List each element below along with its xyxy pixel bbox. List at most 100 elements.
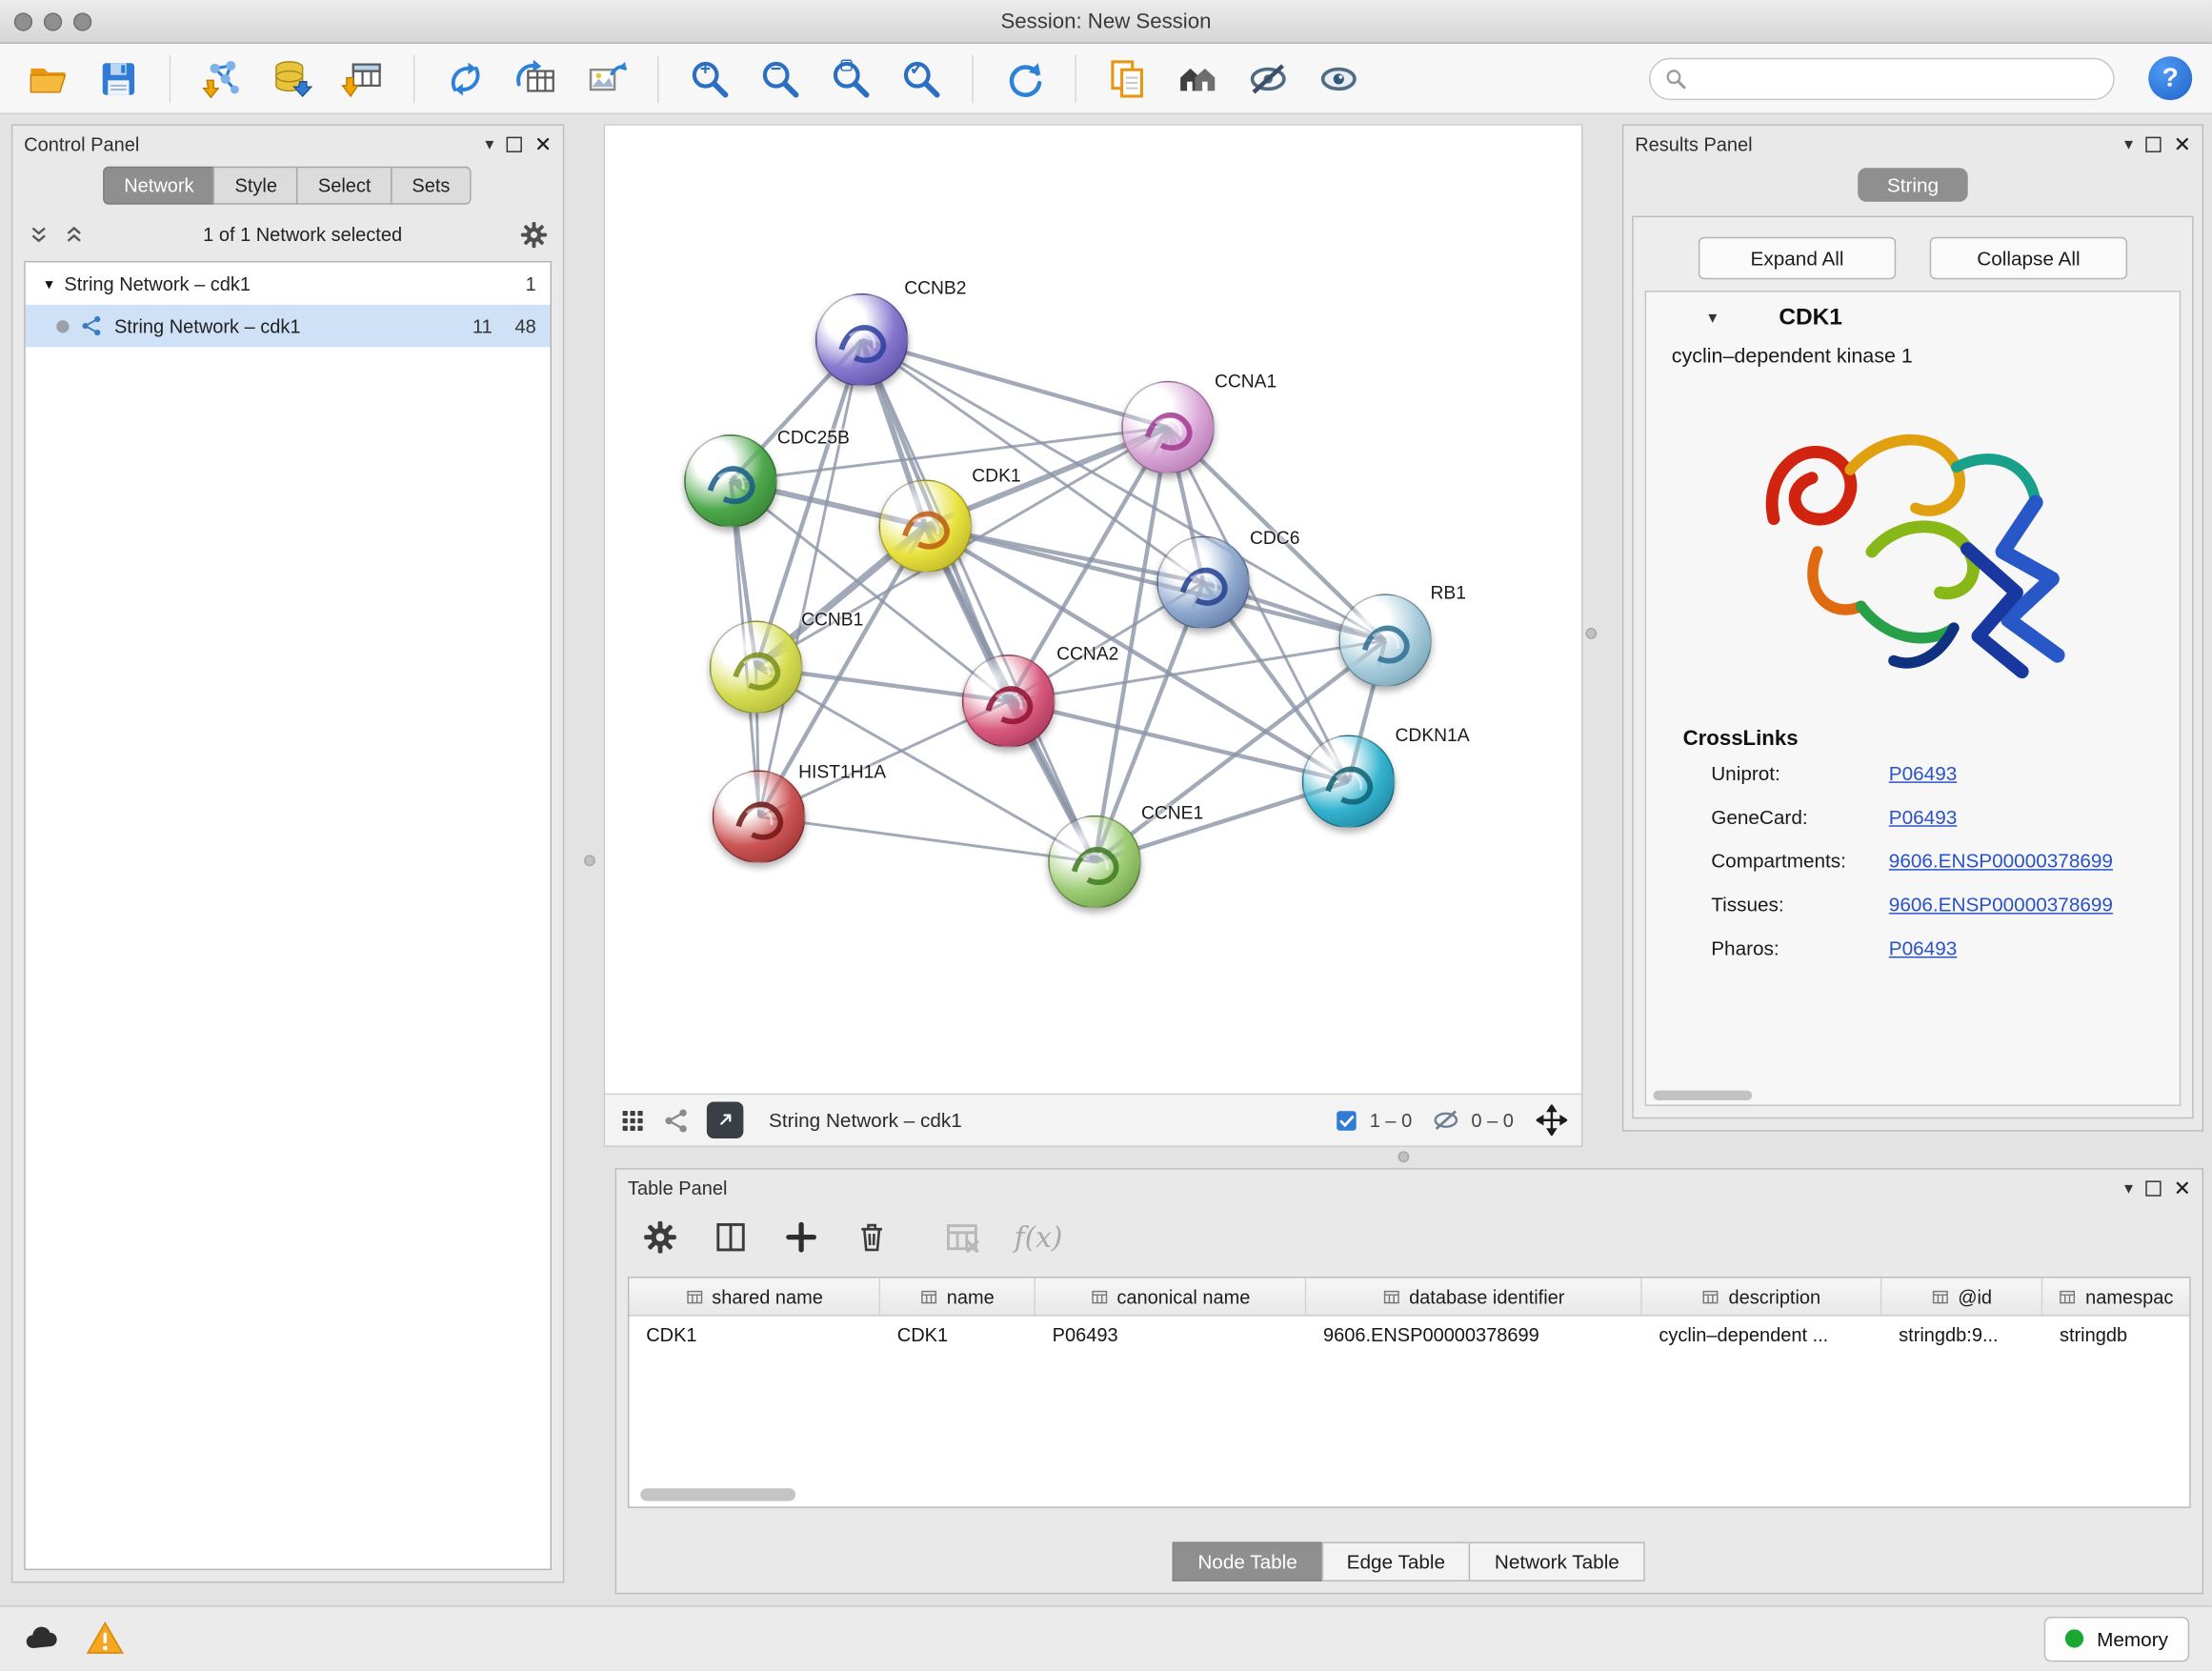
import-network-file-button[interactable] bbox=[193, 50, 250, 107]
network-node-rb1[interactable] bbox=[1338, 594, 1432, 687]
show-all-button[interactable] bbox=[1311, 50, 1367, 107]
results-panel-float-icon[interactable] bbox=[2145, 136, 2161, 151]
close-window-button[interactable] bbox=[14, 12, 32, 30]
network-row-selected[interactable]: String Network – cdk1 11 48 bbox=[26, 305, 551, 347]
network-node-cdc25b[interactable] bbox=[684, 434, 777, 528]
column-header[interactable]: canonical name bbox=[1036, 1278, 1306, 1316]
column-header[interactable]: description bbox=[1642, 1278, 1882, 1316]
hidden-eye-slash-icon[interactable] bbox=[1432, 1106, 1460, 1135]
hide-selected-button[interactable] bbox=[1240, 50, 1297, 107]
delete-column-trash-icon[interactable] bbox=[854, 1218, 891, 1256]
expand-all-button[interactable]: Expand All bbox=[1699, 237, 1896, 279]
network-node-ccnb1[interactable] bbox=[710, 621, 803, 715]
results-horizontal-scrollbar[interactable] bbox=[1653, 1091, 1752, 1100]
table-panel-close-icon[interactable] bbox=[2174, 1179, 2191, 1197]
column-header[interactable]: database identifier bbox=[1306, 1278, 1641, 1316]
table-panel-float-icon[interactable] bbox=[2145, 1180, 2161, 1196]
cell-namespace[interactable]: stringdb bbox=[2042, 1317, 2189, 1355]
selected-checkbox-icon[interactable] bbox=[1335, 1108, 1358, 1132]
tab-style[interactable]: Style bbox=[213, 167, 298, 205]
export-view-button[interactable] bbox=[707, 1102, 744, 1139]
table-horizontal-scrollbar[interactable] bbox=[640, 1488, 795, 1500]
cell-shared-name[interactable]: CDK1 bbox=[629, 1317, 880, 1355]
bottom-splitter-handle[interactable] bbox=[1398, 1151, 1409, 1162]
left-splitter-handle[interactable] bbox=[584, 855, 595, 866]
tab-network-table[interactable]: Network Table bbox=[1469, 1542, 1644, 1581]
crosslink-link[interactable]: 9606.ENSP00000378699 bbox=[1889, 893, 2113, 916]
pan-crosshair-icon[interactable] bbox=[1537, 1104, 1568, 1136]
column-header[interactable]: shared name bbox=[629, 1278, 880, 1316]
export-image-button[interactable] bbox=[578, 50, 634, 107]
home-networks-button[interactable] bbox=[1170, 50, 1226, 107]
zoom-fit-button[interactable]: ▢ bbox=[822, 50, 878, 107]
tab-select[interactable]: Select bbox=[297, 167, 392, 205]
node-label-ccnb1: CCNB1 bbox=[801, 609, 863, 630]
results-tab-string[interactable]: String bbox=[1858, 168, 1968, 202]
collection-expander-icon[interactable]: ▾ bbox=[45, 274, 52, 292]
column-header[interactable]: namespac bbox=[2042, 1278, 2189, 1316]
add-column-icon[interactable] bbox=[783, 1218, 820, 1256]
table-type-tabs: Node Table Edge Table Network Table bbox=[1174, 1542, 1644, 1581]
save-session-button[interactable] bbox=[90, 50, 147, 107]
import-table-button[interactable] bbox=[334, 50, 391, 107]
network-node-ccnb2[interactable] bbox=[815, 293, 909, 387]
minimize-window-button[interactable] bbox=[44, 12, 62, 30]
memory-button[interactable]: Memory bbox=[2044, 1616, 2189, 1661]
network-options-gear-icon[interactable] bbox=[519, 219, 549, 249]
cell-canonical-name[interactable]: P06493 bbox=[1036, 1317, 1306, 1355]
crosslink-link[interactable]: P06493 bbox=[1889, 936, 1957, 959]
network-collection-row[interactable]: ▾ String Network – cdk1 1 bbox=[26, 262, 551, 304]
tab-edge-table[interactable]: Edge Table bbox=[1321, 1542, 1471, 1581]
control-panel-close-icon[interactable] bbox=[534, 135, 552, 152]
network-node-cdc6[interactable] bbox=[1156, 536, 1250, 630]
network-node-ccne1[interactable] bbox=[1048, 815, 1141, 909]
duplicate-document-button[interactable] bbox=[1099, 50, 1156, 107]
collapse-all-button[interactable]: Collapse All bbox=[1930, 237, 2127, 279]
cell-name[interactable]: CDK1 bbox=[880, 1317, 1036, 1355]
cell-database-identifier[interactable]: 9606.ENSP00000378699 bbox=[1306, 1317, 1641, 1355]
show-columns-icon[interactable] bbox=[713, 1218, 750, 1256]
collapse-all-networks-icon[interactable] bbox=[62, 222, 86, 246]
warning-icon[interactable] bbox=[86, 1620, 124, 1658]
cell-id[interactable]: stringdb:9... bbox=[1881, 1317, 2042, 1355]
birds-eye-grid-icon[interactable] bbox=[619, 1107, 646, 1134]
help-button[interactable]: ? bbox=[2148, 56, 2192, 100]
network-node-ccna1[interactable] bbox=[1121, 381, 1215, 474]
table-settings-gear-icon[interactable] bbox=[642, 1218, 679, 1256]
tab-node-table[interactable]: Node Table bbox=[1173, 1542, 1323, 1581]
right-splitter-handle[interactable] bbox=[1585, 628, 1597, 639]
column-header[interactable]: name bbox=[880, 1278, 1036, 1316]
network-node-cdk1[interactable] bbox=[879, 479, 973, 573]
cell-description[interactable]: cyclin–dependent ... bbox=[1642, 1317, 1882, 1355]
refresh-layout-button[interactable] bbox=[995, 50, 1052, 107]
cloud-status-icon[interactable] bbox=[23, 1620, 61, 1658]
network-node-ccna2[interactable] bbox=[962, 654, 1056, 748]
network-canvas[interactable]: CCNB2CCNA1CDC25BCDK1CDC6RB1CCNB1CCNA2CDK… bbox=[605, 126, 1581, 1094]
open-session-button[interactable] bbox=[20, 50, 76, 107]
crosslink-link[interactable]: P06493 bbox=[1889, 805, 1957, 828]
zoom-window-button[interactable] bbox=[73, 12, 91, 30]
column-header[interactable]: @id bbox=[1881, 1278, 2042, 1316]
expand-all-networks-icon[interactable] bbox=[27, 222, 50, 246]
zoom-in-button[interactable]: + bbox=[681, 50, 737, 107]
zoom-out-button[interactable]: − bbox=[752, 50, 808, 107]
table-row[interactable]: CDK1 CDK1 P06493 9606.ENSP00000378699 cy… bbox=[629, 1317, 2189, 1355]
table-panel-collapse-icon[interactable]: ▾ bbox=[2124, 1179, 2133, 1197]
network-node-hist1h1a[interactable] bbox=[713, 771, 806, 864]
search-input[interactable] bbox=[1697, 66, 2099, 91]
network-from-table-button[interactable] bbox=[508, 50, 564, 107]
tab-network[interactable]: Network bbox=[103, 167, 215, 205]
results-panel-collapse-icon[interactable]: ▾ bbox=[2124, 135, 2133, 152]
import-network-database-button[interactable] bbox=[264, 50, 320, 107]
results-panel-close-icon[interactable] bbox=[2174, 135, 2191, 152]
control-panel-float-icon[interactable] bbox=[507, 136, 522, 151]
crosslink-link[interactable]: 9606.ENSP00000378699 bbox=[1889, 849, 2113, 872]
control-panel-collapse-icon[interactable]: ▾ bbox=[485, 135, 493, 152]
tab-sets[interactable]: Sets bbox=[391, 167, 471, 205]
zoom-selected-button[interactable]: ✓ bbox=[893, 50, 949, 107]
network-node-cdkn1a[interactable] bbox=[1302, 735, 1396, 828]
network-overview-icon[interactable] bbox=[663, 1107, 690, 1134]
new-network-button[interactable] bbox=[437, 50, 493, 107]
gene-expander-icon[interactable]: ▾ bbox=[1708, 309, 1717, 326]
crosslink-link[interactable]: P06493 bbox=[1889, 761, 1957, 784]
